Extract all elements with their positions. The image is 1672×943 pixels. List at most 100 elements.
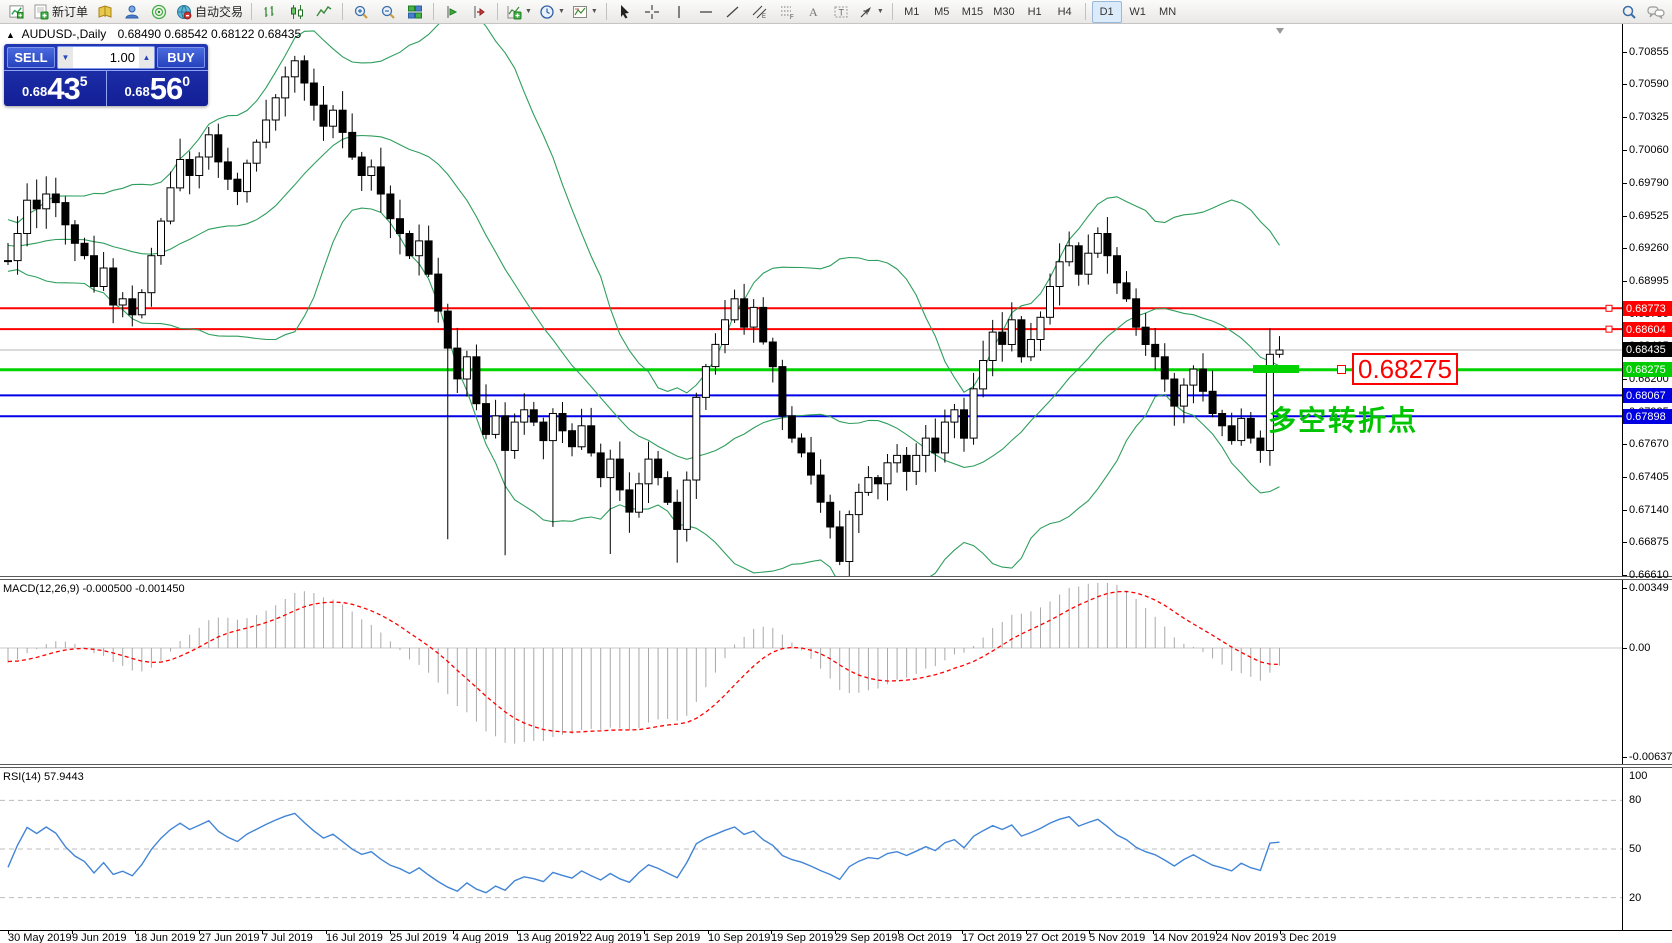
new-order-button[interactable]: 新订单 (30, 2, 91, 22)
candlestick (502, 416, 509, 451)
shapes-tool-button[interactable]: ▼ (855, 2, 887, 22)
candlestick (712, 344, 719, 366)
bar-chart-button[interactable] (257, 2, 283, 22)
horizontal-line-icon (698, 4, 714, 20)
green-line-highlight-segment[interactable] (1253, 365, 1299, 373)
auto-scroll-button[interactable] (439, 2, 465, 22)
channel-tool-button[interactable]: E (747, 2, 773, 22)
candlestick (1276, 350, 1283, 354)
price-axis-tickmark (1622, 542, 1627, 543)
candlestick (1133, 299, 1140, 327)
candlestick (454, 348, 461, 379)
line-anchor-handle[interactable] (1337, 365, 1346, 374)
candlestick (655, 459, 662, 478)
candlestick (540, 422, 547, 441)
candlestick (1047, 287, 1054, 318)
zoom-out-button[interactable] (375, 2, 401, 22)
timeframe-button-M1[interactable]: M1 (898, 2, 926, 22)
tile-windows-button[interactable] (402, 2, 428, 22)
sound-button[interactable] (146, 2, 172, 22)
cursor-icon (617, 4, 633, 20)
candlestick (559, 414, 566, 431)
line-chart-button[interactable] (311, 2, 337, 22)
turning-point-annotation[interactable]: 多空转折点 (1268, 399, 1418, 439)
chart-shift-marker (1276, 28, 1284, 34)
price-axis-tickmark (1622, 183, 1627, 184)
indicators-icon (506, 4, 522, 20)
volume-input[interactable] (73, 47, 139, 68)
fibonacci-tool-button[interactable]: F (774, 2, 800, 22)
horizontal-line-tool-button[interactable] (693, 2, 719, 22)
date-axis-label: 25 Jul 2019 (390, 932, 447, 943)
text-label-icon: T (833, 4, 849, 20)
price-chart-pane[interactable] (0, 24, 1622, 577)
date-axis-tickmark (1216, 930, 1217, 934)
date-axis-tickmark (199, 930, 200, 934)
buy-button[interactable]: BUY (157, 47, 205, 68)
sell-price[interactable]: 0.68 43 5 (4, 71, 107, 106)
vertical-line-tool-button[interactable] (666, 2, 692, 22)
candlestick (788, 416, 795, 438)
candlestick (33, 200, 40, 209)
trendline-tool-button[interactable] (720, 2, 746, 22)
time-axis-border (0, 930, 1672, 931)
date-axis-tickmark (326, 930, 327, 934)
price-axis-tickmark (1622, 444, 1627, 445)
indicators-button[interactable]: ▼ (503, 2, 535, 22)
price-callout-label[interactable]: 0.68275 (1352, 353, 1458, 385)
buy-price-pip: 0 (182, 73, 190, 89)
chart-shift-button[interactable] (466, 2, 492, 22)
candlestick-chart-button[interactable] (284, 2, 310, 22)
timeframe-button-D1[interactable]: D1 (1092, 1, 1122, 23)
chart-window-icon[interactable] (3, 2, 29, 22)
candlestick (980, 361, 987, 389)
candlestick (1094, 234, 1101, 254)
timeframe-button-H4[interactable]: H4 (1051, 2, 1079, 22)
zoom-in-button[interactable] (348, 2, 374, 22)
timeframe-button-W1[interactable]: W1 (1124, 2, 1152, 22)
pane-divider[interactable] (0, 764, 1672, 768)
timeframe-button-M15[interactable]: M15 (958, 2, 987, 22)
price-axis-tickmark (1622, 84, 1627, 85)
sell-button[interactable]: SELL (7, 47, 55, 68)
timeframe-button-H1[interactable]: H1 (1021, 2, 1049, 22)
templates-button[interactable]: ▼ (569, 2, 601, 22)
search-button[interactable] (1616, 2, 1642, 22)
timeframe-button-MN[interactable]: MN (1154, 2, 1182, 22)
candlestick (24, 200, 31, 233)
label-tool-button[interactable]: T (828, 2, 854, 22)
date-axis-tickmark (771, 930, 772, 934)
periods-button[interactable]: ▼ (536, 2, 568, 22)
volume-increase-button[interactable]: ▲ (139, 47, 154, 68)
cursor-tool-button[interactable] (612, 2, 638, 22)
date-axis-tickmark (135, 930, 136, 934)
collapse-panel-arrow-icon[interactable]: ▲ (6, 30, 15, 40)
navigator-button[interactable] (119, 2, 145, 22)
volume-decrease-button[interactable]: ▼ (58, 47, 73, 68)
buy-price-main: 56 (150, 76, 182, 102)
toolbar-separator (497, 3, 498, 20)
candlestick (941, 422, 948, 453)
macd-indicator-pane[interactable] (0, 580, 1622, 765)
rsi-indicator-pane[interactable] (0, 768, 1622, 930)
autotrading-button[interactable]: 自动交易 (173, 2, 246, 22)
date-axis-tickmark (708, 930, 709, 934)
price-axis-tick: 0.69525 (1629, 210, 1669, 222)
timeframe-button-M5[interactable]: M5 (928, 2, 956, 22)
journal-button[interactable] (92, 2, 118, 22)
new-order-icon (33, 4, 49, 20)
candlestick (836, 527, 843, 562)
candlestick (1228, 426, 1235, 441)
pane-divider[interactable] (0, 576, 1672, 580)
chat-button[interactable] (1643, 2, 1669, 22)
date-axis-tickmark (8, 930, 9, 934)
price-line-label-0.68067: 0.68067 (1623, 388, 1672, 403)
timeframe-button-M30[interactable]: M30 (989, 2, 1018, 22)
crosshair-tool-button[interactable] (639, 2, 665, 22)
svg-text:E: E (762, 14, 766, 20)
text-tool-button[interactable]: A (801, 2, 827, 22)
buy-price[interactable]: 0.68 56 0 (107, 71, 209, 106)
toolbar-separator (892, 3, 893, 20)
candlestick (1190, 369, 1197, 385)
toolbar-separator (433, 3, 434, 20)
